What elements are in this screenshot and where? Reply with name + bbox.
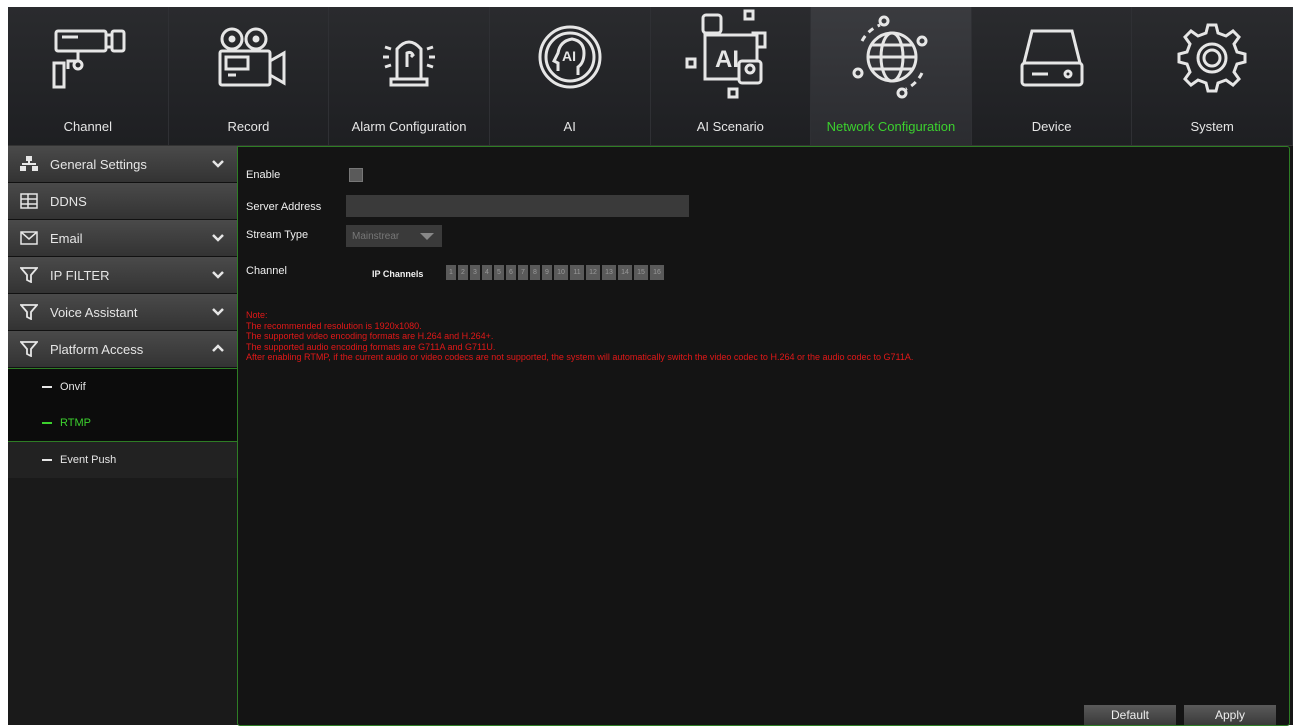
sidebar-subitem-label: Event Push <box>60 454 117 466</box>
tab-ai[interactable]: AI AI <box>490 7 651 145</box>
channel-checkbox[interactable]: 3 <box>470 265 480 280</box>
email-icon <box>20 229 38 247</box>
sidebar-item-platform-access[interactable]: Platform Access <box>8 331 238 368</box>
stream-type-value: Mainstrear <box>352 230 400 242</box>
ip-channels-label: IP Channels <box>372 269 424 279</box>
tab-ai-scenario[interactable]: AI AI Scenario <box>651 7 812 145</box>
dropdown-arrow-icon <box>420 233 434 240</box>
channel-label: Channel <box>246 265 287 277</box>
sidebar-item-label: Voice Assistant <box>50 304 138 320</box>
note-title: Note: <box>246 310 268 320</box>
tab-device[interactable]: Device <box>972 7 1133 145</box>
tab-label: Device <box>1031 119 1072 134</box>
ai-head-icon: AI <box>515 7 625 107</box>
sidebar-subitem-label: RTMP <box>60 417 91 429</box>
server-address-label: Server Address <box>246 201 322 213</box>
svg-text:AI: AI <box>562 48 576 64</box>
tab-label: System <box>1190 119 1234 134</box>
dash-icon <box>42 459 52 461</box>
app-window: Channel Record Alarm Configuration AI AI… <box>8 7 1293 726</box>
top-navigation: Channel Record Alarm Configuration AI AI… <box>8 7 1293 146</box>
sidebar-item-label: General Settings <box>50 156 147 172</box>
channel-checkbox[interactable]: 13 <box>602 265 616 280</box>
sidebar-item-label: Platform Access <box>50 341 144 357</box>
enable-label: Enable <box>246 169 281 181</box>
chevron-down-icon[interactable] <box>212 156 224 171</box>
tab-label: Channel <box>63 119 113 134</box>
note-line: The recommended resolution is 1920x1080. <box>246 320 422 331</box>
sidebar-item-label: DDNS <box>50 193 87 209</box>
channel-checkbox[interactable]: 11 <box>570 265 584 280</box>
dash-icon <box>42 386 52 388</box>
channel-checkbox[interactable]: 4 <box>482 265 492 280</box>
note-line: The supported audio encoding formats are… <box>246 341 496 352</box>
platform-access-submenu: Onvif RTMP <box>8 368 238 442</box>
channel-checkbox[interactable]: 2 <box>458 265 468 280</box>
chevron-down-icon[interactable] <box>212 267 224 282</box>
hard-drive-icon <box>997 7 1107 107</box>
channel-checkbox[interactable]: 10 <box>554 265 568 280</box>
channel-selector: 1 2 3 4 5 6 7 8 9 10 11 12 13 14 15 16 <box>446 265 666 280</box>
sidebar-item-email[interactable]: Email <box>8 220 238 257</box>
channel-checkbox[interactable]: 14 <box>618 265 632 280</box>
tab-label: AI <box>563 119 576 134</box>
sidebar-item-ip-filter[interactable]: IP FILTER <box>8 257 238 294</box>
tab-label: Record <box>227 119 270 134</box>
channel-checkbox[interactable]: 16 <box>650 265 664 280</box>
enable-checkbox[interactable] <box>349 168 363 182</box>
channel-checkbox[interactable]: 9 <box>542 265 552 280</box>
ai-scenario-icon: AI <box>675 7 785 107</box>
alarm-siren-icon <box>354 7 464 107</box>
default-button[interactable]: Default <box>1084 705 1176 725</box>
sidebar-item-label: Email <box>50 230 83 246</box>
ddns-icon <box>20 192 38 210</box>
video-camera-icon <box>193 7 303 107</box>
tab-record[interactable]: Record <box>169 7 330 145</box>
tab-network-configuration[interactable]: Network Configuration <box>811 7 972 145</box>
channel-checkbox[interactable]: 15 <box>634 265 648 280</box>
stream-type-label: Stream Type <box>246 229 309 241</box>
stream-type-select[interactable]: Mainstrear <box>346 225 442 247</box>
channel-checkbox[interactable]: 6 <box>506 265 516 280</box>
server-address-input[interactable] <box>346 195 689 217</box>
tab-alarm-configuration[interactable]: Alarm Configuration <box>329 7 490 145</box>
channel-checkbox[interactable]: 8 <box>530 265 540 280</box>
chevron-up-icon[interactable] <box>212 341 224 356</box>
filter-icon <box>20 340 38 358</box>
sidebar-item-general-settings[interactable]: General Settings <box>8 146 238 183</box>
sidebar-item-ddns[interactable]: DDNS <box>8 183 238 220</box>
tab-label: Alarm Configuration <box>351 119 467 134</box>
channel-checkbox[interactable]: 7 <box>518 265 528 280</box>
tab-label: Network Configuration <box>826 119 956 134</box>
globe-network-icon <box>836 7 946 107</box>
sidebar-item-label: IP FILTER <box>50 267 110 283</box>
channel-checkbox[interactable]: 5 <box>494 265 504 280</box>
note-line: The supported video encoding formats are… <box>246 331 494 341</box>
channel-checkbox[interactable]: 12 <box>586 265 600 280</box>
note-line: After enabling RTMP, if the current audi… <box>246 352 914 362</box>
note-text: Note: The recommended resolution is 1920… <box>246 310 913 363</box>
apply-button[interactable]: Apply <box>1184 705 1276 725</box>
svg-text:AI: AI <box>715 46 739 73</box>
rtmp-settings-panel: Enable Server Address Stream Type Mainst… <box>237 146 1290 726</box>
sidebar-subitem-event-push[interactable]: Event Push <box>8 442 238 478</box>
filter-icon <box>20 303 38 321</box>
network-icon <box>20 155 38 173</box>
filter-icon <box>20 266 38 284</box>
dash-icon <box>42 422 52 424</box>
tab-channel[interactable]: Channel <box>8 7 169 145</box>
sidebar-subitem-onvif[interactable]: Onvif <box>8 369 238 405</box>
chevron-down-icon[interactable] <box>212 230 224 245</box>
chevron-down-icon[interactable] <box>212 304 224 319</box>
sidebar: General Settings DDNS Email IP FILTER Vo… <box>8 146 238 725</box>
channel-checkbox[interactable]: 1 <box>446 265 456 280</box>
cctv-camera-icon <box>33 7 143 107</box>
sidebar-item-voice-assistant[interactable]: Voice Assistant <box>8 294 238 331</box>
gear-icon <box>1157 7 1267 107</box>
sidebar-subitem-rtmp[interactable]: RTMP <box>8 405 238 441</box>
tab-label: AI Scenario <box>696 119 764 134</box>
sidebar-subitem-label: Onvif <box>60 381 86 393</box>
tab-system[interactable]: System <box>1132 7 1293 145</box>
